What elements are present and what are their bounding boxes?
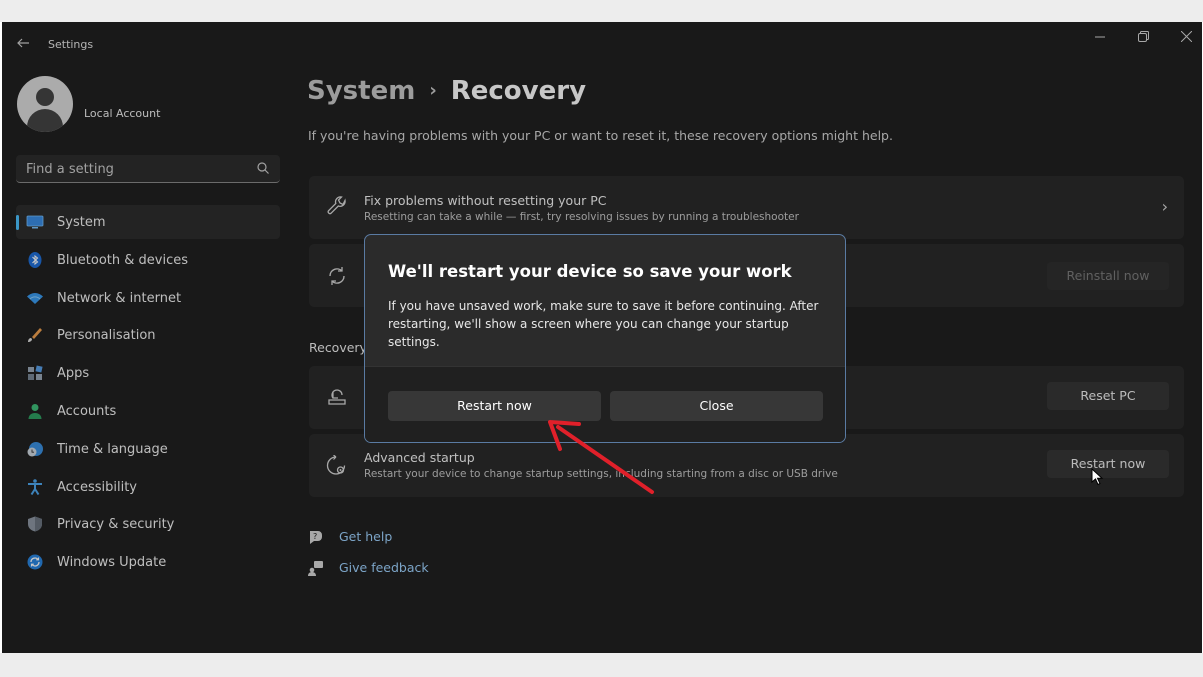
- dialog-restart-now-button[interactable]: Restart now: [388, 391, 601, 421]
- dialog-body: If you have unsaved work, make sure to s…: [388, 299, 819, 349]
- dialog-footer: Restart now Close: [365, 366, 845, 442]
- restart-dialog: We'll restart your device so save your w…: [364, 234, 846, 443]
- bottom-watermark-band: [0, 653, 1203, 677]
- dialog-close-button[interactable]: Close: [610, 391, 823, 421]
- mouse-cursor-icon: [1091, 468, 1104, 486]
- settings-window: Settings Local Account Find a setting Sy…: [2, 22, 1202, 653]
- top-watermark-band: [0, 0, 1203, 22]
- dialog-title: We'll restart your device so save your w…: [388, 262, 792, 281]
